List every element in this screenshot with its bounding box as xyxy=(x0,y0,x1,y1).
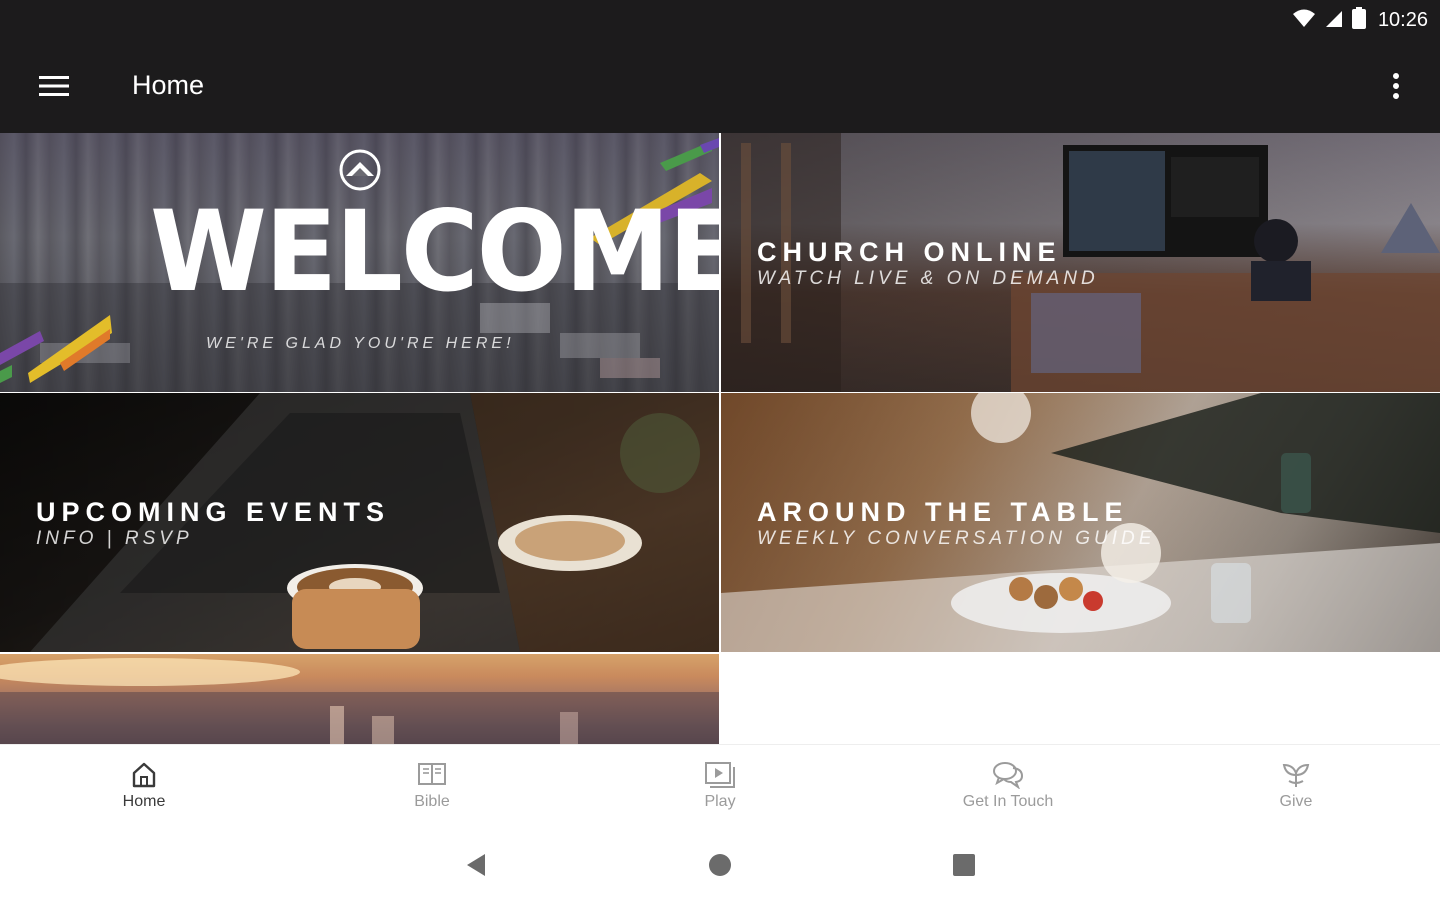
signal-icon xyxy=(1324,8,1344,33)
back-triangle-icon xyxy=(467,854,485,876)
around-the-table-subtitle: WEEKLY CONVERSATION GUIDE xyxy=(757,528,1156,549)
welcome-title: WELCOME xyxy=(150,186,719,317)
nav-get-in-touch[interactable]: Get In Touch xyxy=(864,745,1152,830)
church-online-subtitle: WATCH LIVE & ON DEMAND xyxy=(757,268,1099,289)
nav-bible[interactable]: Bible xyxy=(288,745,576,830)
chat-icon xyxy=(993,762,1024,789)
content-grid: WELCOME WE'RE GLAD YOU'RE HERE! CHURCH O… xyxy=(0,133,1440,744)
home-circle-icon xyxy=(709,854,731,876)
nav-give-label: Give xyxy=(1279,793,1313,810)
home-icon xyxy=(132,762,156,788)
system-recents-button[interactable] xyxy=(944,850,984,880)
overflow-menu-button[interactable] xyxy=(1376,66,1416,106)
welcome-tile[interactable]: WELCOME WE'RE GLAD YOU'RE HERE! xyxy=(0,133,719,392)
play-icon xyxy=(705,762,735,788)
nav-play[interactable]: Play xyxy=(576,745,864,830)
upcoming-events-subtitle: INFO | RSVP xyxy=(36,528,193,549)
nav-play-label: Play xyxy=(704,793,736,810)
system-back-button[interactable] xyxy=(456,850,496,880)
bottom-navigation: Home Bible Play Get In Touch Give xyxy=(0,744,1440,830)
nav-get-in-touch-label: Get In Touch xyxy=(962,793,1054,810)
upcoming-events-tile[interactable]: UPCOMING EVENTS INFO | RSVP xyxy=(0,393,719,652)
sunset-skyline-image xyxy=(0,658,719,744)
around-the-table-tile[interactable]: AROUND THE TABLE WEEKLY CONVERSATION GUI… xyxy=(721,393,1440,652)
app-bar: Home xyxy=(0,40,1440,133)
menu-button[interactable] xyxy=(30,66,78,106)
more-vert-icon xyxy=(1393,73,1399,99)
battery-icon xyxy=(1351,6,1366,34)
page-title: Home xyxy=(132,70,205,100)
sunset-city-tile[interactable] xyxy=(0,654,719,744)
nav-home-label: Home xyxy=(122,793,166,810)
nav-give[interactable]: Give xyxy=(1152,745,1440,830)
system-home-button[interactable] xyxy=(700,850,740,880)
plant-icon xyxy=(1282,763,1310,787)
recents-square-icon xyxy=(953,854,975,876)
hamburger-icon xyxy=(39,76,69,96)
status-bar: 10:26 xyxy=(0,0,1440,40)
book-icon xyxy=(418,763,446,785)
nav-home[interactable]: Home xyxy=(0,745,288,830)
welcome-subtitle: WE'RE GLAD YOU'RE HERE! xyxy=(206,335,515,352)
nav-bible-label: Bible xyxy=(414,793,450,810)
church-online-title: CHURCH ONLINE xyxy=(757,237,1062,267)
wifi-icon xyxy=(1292,8,1316,33)
church-logo-icon xyxy=(339,149,381,191)
upcoming-events-title: UPCOMING EVENTS xyxy=(36,497,391,527)
church-online-tile[interactable]: CHURCH ONLINE WATCH LIVE & ON DEMAND xyxy=(721,133,1440,392)
status-icons: 10:26 xyxy=(1292,6,1428,34)
around-the-table-title: AROUND THE TABLE xyxy=(757,497,1129,527)
status-time: 10:26 xyxy=(1377,8,1428,31)
system-navigation xyxy=(0,830,1440,900)
